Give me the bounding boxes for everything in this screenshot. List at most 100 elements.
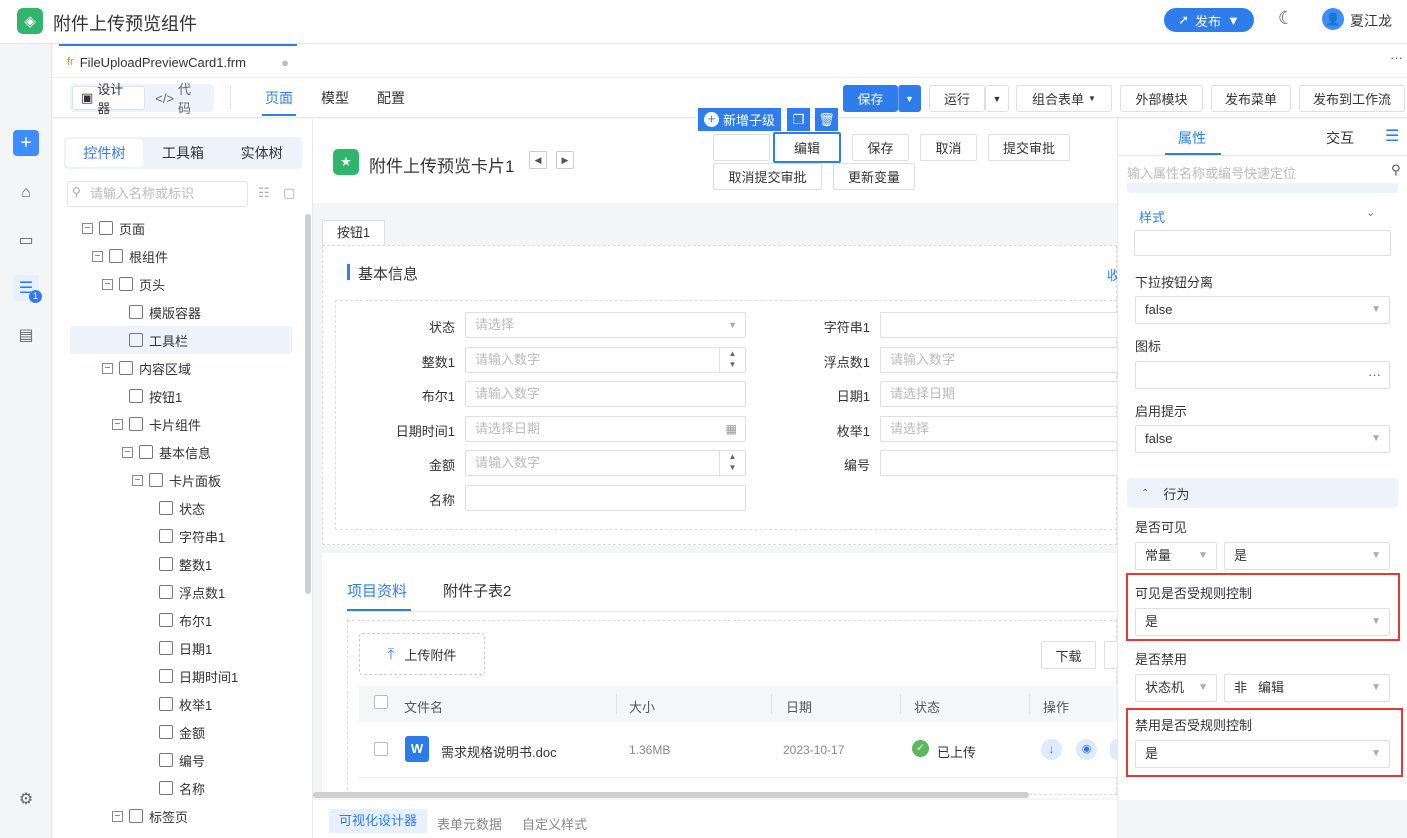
publish-workflow-button[interactable]: 发布到工作流 xyxy=(1299,85,1405,112)
tree-node[interactable]: 编号 xyxy=(70,746,292,774)
chevron-down-icon[interactable]: ⌄ xyxy=(1366,206,1375,219)
file-name[interactable]: 需求规格说明书.doc xyxy=(441,742,557,761)
tab-project-docs[interactable]: 项目资料 xyxy=(347,580,407,601)
gear-icon[interactable]: ⚙ xyxy=(13,786,39,812)
unsaved-dot-icon[interactable]: ● xyxy=(281,55,289,70)
document-icon[interactable]: ▤ xyxy=(13,322,39,348)
download-arrow-icon[interactable]: ↓ xyxy=(1041,739,1062,760)
tree-node[interactable]: 日期时间1 xyxy=(70,662,292,690)
tree-node[interactable]: 按钮1 xyxy=(70,382,292,410)
button-tab[interactable]: 按钮1 xyxy=(322,220,385,245)
preview-eye-icon[interactable]: ◉ xyxy=(1076,739,1097,760)
tree-node[interactable]: − 卡片面板 xyxy=(70,466,292,494)
disabled-rule-select[interactable]: 是 ▼ xyxy=(1135,740,1390,768)
submit-approval-button[interactable]: 提交审批 xyxy=(988,134,1070,161)
tree-node[interactable]: − 标签页 xyxy=(70,802,292,830)
add-child-button[interactable]: + 新增子级 xyxy=(698,108,782,131)
form-field-input[interactable] xyxy=(465,485,746,511)
collapse-toggle-icon[interactable]: − xyxy=(112,418,123,430)
collapse-toggle-icon[interactable]: − xyxy=(122,446,133,458)
form-field-input[interactable] xyxy=(880,450,1117,477)
tree-scrollbar[interactable] xyxy=(305,214,311,594)
form-field-input[interactable]: 请输入数字 ▲ ▼ xyxy=(465,450,746,477)
publish-menu-button[interactable]: 发布菜单 xyxy=(1211,85,1291,112)
trash-icon[interactable]: 🗑 xyxy=(815,108,838,131)
property-search-input[interactable]: 输入属性名称或编号快速定位 xyxy=(1127,163,1296,182)
tree-node[interactable]: − 基本信息 xyxy=(70,438,292,466)
tree-node[interactable]: 模版容器 xyxy=(70,298,292,326)
form-field-input[interactable] xyxy=(880,312,1117,338)
collapse-toggle-icon[interactable]: − xyxy=(102,278,113,290)
collapse-toggle-icon[interactable]: − xyxy=(82,222,93,234)
form-field-input[interactable]: 请选择 xyxy=(880,415,1117,442)
next-arrow-icon[interactable]: ▶ xyxy=(556,151,574,169)
collapse-toggle-icon[interactable]: − xyxy=(112,810,123,822)
collapse-toggle-icon[interactable]: − xyxy=(92,250,103,262)
tree-node[interactable]: − 内容区域 xyxy=(70,354,292,382)
external-module-button[interactable]: 外部模块 xyxy=(1120,85,1203,112)
edit-button[interactable]: 编辑 xyxy=(773,132,841,163)
form-field-input[interactable]: 请选择日期 xyxy=(880,381,1117,408)
tree-node[interactable]: 浮点数1 xyxy=(70,578,292,606)
designer-mode-button[interactable]: ▣ 设计器 xyxy=(72,82,146,116)
icon-input[interactable]: ··· xyxy=(1135,361,1390,389)
form-field-input[interactable]: 请输入数字 ▲ ▼ xyxy=(465,346,746,373)
number-stepper-icon[interactable]: ▲ ▼ xyxy=(719,347,745,372)
tree-node[interactable]: 枚举1 xyxy=(70,690,292,718)
run-dropdown-chevron-icon[interactable]: ▼ xyxy=(985,85,1009,112)
avatar[interactable]: 👤 xyxy=(1322,8,1344,30)
tree-node[interactable]: 工具栏 xyxy=(70,326,292,354)
canvas-horizontal-scrollbar[interactable] xyxy=(313,792,1029,798)
tree-node[interactable]: 布尔1 xyxy=(70,606,292,634)
tree-node[interactable]: 名称 xyxy=(70,774,292,802)
tab-custom-style[interactable]: 自定义样式 xyxy=(522,814,587,833)
style-input[interactable] xyxy=(1134,230,1391,256)
update-variable-button[interactable]: 更新变量 xyxy=(833,163,915,190)
form-field-input[interactable]: 请选择日期 ▦ xyxy=(465,415,746,442)
tab-properties[interactable]: 属性 xyxy=(1178,128,1206,148)
row-checkbox[interactable] xyxy=(374,742,388,756)
tab-attachment-sub[interactable]: 附件子表2 xyxy=(443,580,511,601)
tree-node[interactable]: 整数1 xyxy=(70,550,292,578)
cancel-submit-button[interactable]: 取消提交审批 xyxy=(713,163,822,190)
tree-node[interactable]: 日期1 xyxy=(70,634,292,662)
card-cancel-button[interactable]: 取消 xyxy=(920,134,977,161)
form-field-input[interactable]: 请输入数字 xyxy=(465,381,746,408)
tab-entity-tree[interactable]: 实体树 xyxy=(223,139,300,167)
upload-button[interactable]: ⤒ 上传附件 xyxy=(359,633,485,675)
number-stepper-icon[interactable]: ▲ ▼ xyxy=(719,451,745,476)
select-all-checkbox[interactable] xyxy=(374,695,388,709)
collapse-toggle-icon[interactable]: − xyxy=(132,474,143,486)
tree-node[interactable]: − 页面 xyxy=(70,214,292,242)
tree-search-input[interactable]: 请输入名称或标识 xyxy=(67,181,248,207)
form-field-input[interactable]: 请输入数字 xyxy=(880,346,1117,373)
list-settings-icon[interactable]: ☰ xyxy=(1385,126,1399,146)
more-icon[interactable]: ··· xyxy=(1390,50,1403,65)
style-header[interactable]: 样式 xyxy=(1139,207,1165,226)
run-button[interactable]: 运行 xyxy=(929,85,985,112)
tab-interaction[interactable]: 交互 xyxy=(1326,128,1354,148)
delete-icon[interactable] xyxy=(1110,739,1117,760)
visible-mode-select[interactable]: 常量 ▼ xyxy=(1135,542,1217,570)
tab-model[interactable]: 模型 xyxy=(321,88,349,108)
tab-page[interactable]: 页面 xyxy=(265,88,293,108)
behavior-group-header[interactable]: ⌃ 行为 xyxy=(1127,478,1398,508)
card-save-button[interactable]: 保存 xyxy=(852,134,909,161)
visible-value-select[interactable]: 是 ▼ xyxy=(1224,542,1390,570)
visible-rule-select[interactable]: 是 ▼ xyxy=(1135,608,1390,636)
form-field-input[interactable]: 请选择 ▼ xyxy=(465,312,746,338)
tooltip-select[interactable]: false ▼ xyxy=(1135,425,1390,453)
copy-icon[interactable]: ❐ xyxy=(787,108,810,131)
disabled-value-select[interactable]: 非编辑 ▼ xyxy=(1224,674,1390,702)
id-toggle-icon[interactable]: ▢ xyxy=(283,185,295,201)
tree-node[interactable]: − 卡片组件 xyxy=(70,410,292,438)
tab-visual-designer[interactable]: 可视化设计器 xyxy=(329,809,428,833)
tab-form-metadata[interactable]: 表单元数据 xyxy=(437,814,502,833)
filter-icon[interactable]: ☷ xyxy=(258,185,270,201)
dropdown-sep-select[interactable]: false ▼ xyxy=(1135,296,1390,324)
tree-node[interactable]: 金额 xyxy=(70,718,292,746)
tree-node[interactable]: − 根组件 xyxy=(70,242,292,270)
tab-config[interactable]: 配置 xyxy=(377,88,405,108)
more-button[interactable] xyxy=(1104,641,1117,669)
combo-form-button[interactable]: 组合表单 ▼ xyxy=(1016,85,1112,112)
